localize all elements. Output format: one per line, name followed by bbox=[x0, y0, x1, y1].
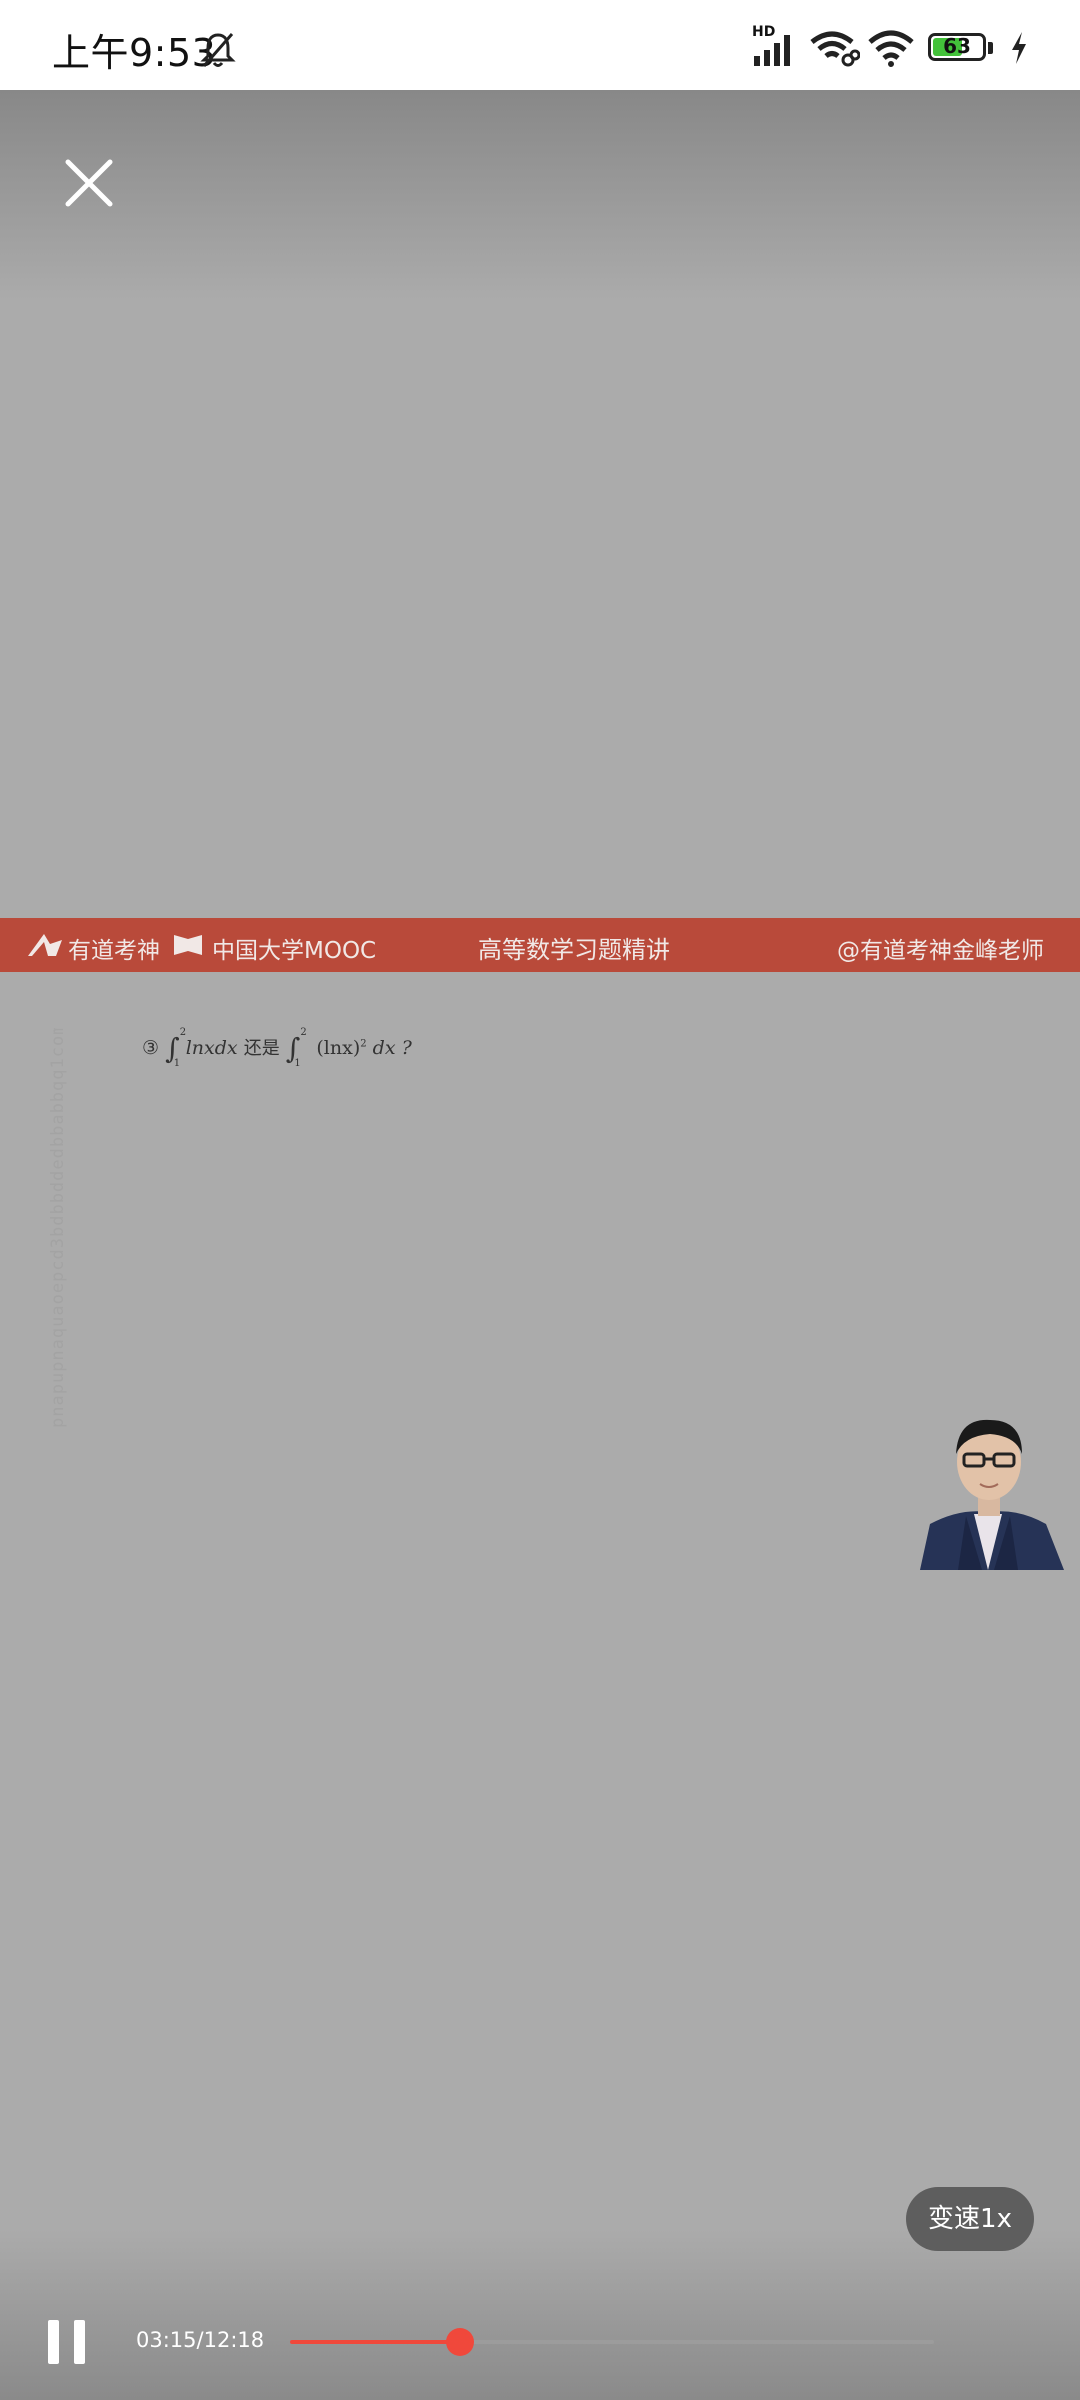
close-icon[interactable] bbox=[58, 152, 120, 214]
status-time: 上午9:53 bbox=[52, 31, 217, 75]
teacher-portrait bbox=[920, 1419, 1064, 1570]
pause-button[interactable] bbox=[48, 2320, 88, 2364]
battery-tip bbox=[988, 42, 993, 54]
status-bar: 上午9:53 HD 63 bbox=[0, 0, 1080, 90]
formula-term-b: (lnx) bbox=[316, 1037, 361, 1059]
youdao-logo-icon bbox=[28, 934, 62, 956]
charging-icon bbox=[1012, 32, 1026, 64]
formula-exponent: 2 bbox=[360, 1038, 367, 1050]
formula-term-a: lnxdx bbox=[185, 1037, 238, 1059]
formula-lower-a: 1 bbox=[173, 1058, 181, 1069]
formula-upper-b: 2 bbox=[300, 1027, 307, 1038]
video-banner: 有道考神 中国大学MOOC 高等数学习题精讲 @有道考神金峰老师 bbox=[0, 918, 1080, 972]
bell-off-icon bbox=[200, 33, 236, 67]
time-display: 03:15/12:18 bbox=[136, 2328, 265, 2352]
formula-lower-b: 1 bbox=[294, 1058, 301, 1069]
progress-fill bbox=[290, 2340, 461, 2344]
status-icons: HD 63 bbox=[750, 24, 1040, 70]
pause-icon bbox=[48, 2320, 59, 2364]
progress-bar[interactable] bbox=[290, 2328, 934, 2356]
teacher-handle: @有道考神金峰老师 bbox=[837, 938, 1044, 964]
watermark: pnapupnaquaoepcd3bdbbddedbbabbqq1com bbox=[48, 1028, 68, 1428]
formula-term-c: dx ? bbox=[372, 1037, 412, 1059]
math-formula: ③ ∫ 2 1 lnxdx 还是 ∫ 2 1 (lnx)2 dx ? bbox=[142, 1027, 412, 1069]
formula-connector: 还是 bbox=[243, 1038, 280, 1059]
battery-level: 63 bbox=[943, 34, 971, 58]
mooc-logo-icon bbox=[174, 935, 202, 955]
course-title: 高等数学习题精讲 bbox=[478, 936, 670, 964]
video-frame[interactable]: 有道考神 中国大学MOOC 高等数学习题精讲 @有道考神金峰老师 ③ ∫ 2 1… bbox=[0, 918, 1080, 1570]
formula-number: ③ bbox=[142, 1037, 160, 1059]
progress-thumb[interactable] bbox=[446, 2328, 475, 2356]
wifi-link-icon bbox=[810, 31, 860, 67]
pause-icon-bar bbox=[74, 2320, 85, 2364]
banner-brand2: 中国大学MOOC bbox=[212, 938, 377, 964]
battery-icon: 63 bbox=[928, 33, 986, 61]
controls-shade bbox=[0, 2230, 1080, 2400]
formula-upper-a: 2 bbox=[179, 1027, 187, 1038]
playback-speed-button[interactable]: 变速1x bbox=[906, 2187, 1034, 2251]
wifi-icon bbox=[868, 30, 914, 67]
signal-icon: HD bbox=[750, 24, 800, 70]
player-top-shade bbox=[0, 90, 1080, 300]
banner-brand1: 有道考神 bbox=[68, 938, 160, 964]
